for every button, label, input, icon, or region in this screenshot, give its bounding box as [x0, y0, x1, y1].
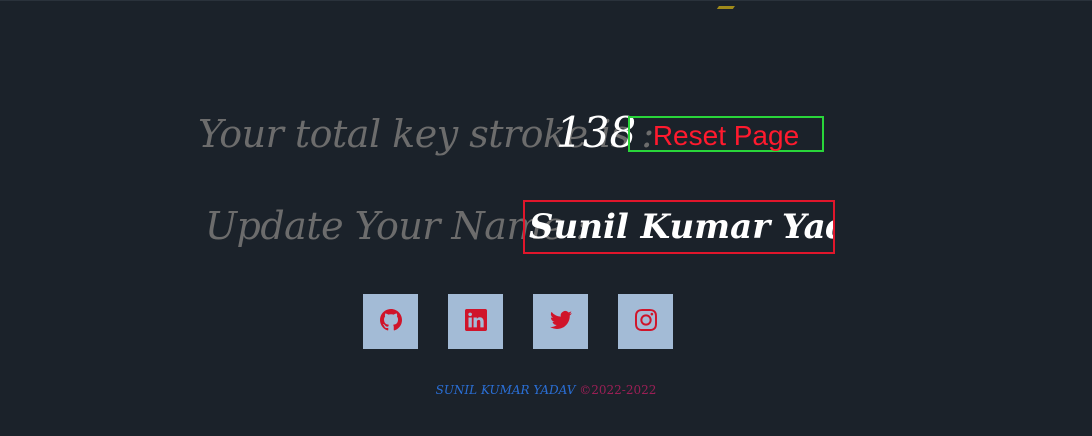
keystroke-row: Your total key stroke is : 138 Reset Pag… — [0, 108, 1092, 166]
instagram-link[interactable] — [618, 294, 673, 349]
keystroke-count: 138 — [556, 108, 637, 157]
github-link[interactable] — [363, 294, 418, 349]
twitter-icon — [549, 309, 572, 335]
twitter-link[interactable] — [533, 294, 588, 349]
linkedin-icon — [464, 308, 487, 335]
decorative-mark — [716, 0, 740, 9]
github-icon — [379, 308, 402, 335]
name-row: Update Your Name : — [0, 198, 1092, 258]
name-input[interactable] — [523, 200, 835, 254]
reset-page-button[interactable]: Reset Page — [628, 116, 824, 152]
footer-author[interactable]: SUNIL KUMAR YADAV — [436, 383, 576, 397]
top-divider — [0, 0, 1092, 1]
linkedin-link[interactable] — [448, 294, 503, 349]
footer-copyright: ©2022-2022 — [579, 383, 657, 397]
instagram-icon — [634, 308, 657, 335]
footer: SUNIL KUMAR YADAV ©2022-2022 — [0, 383, 1092, 397]
